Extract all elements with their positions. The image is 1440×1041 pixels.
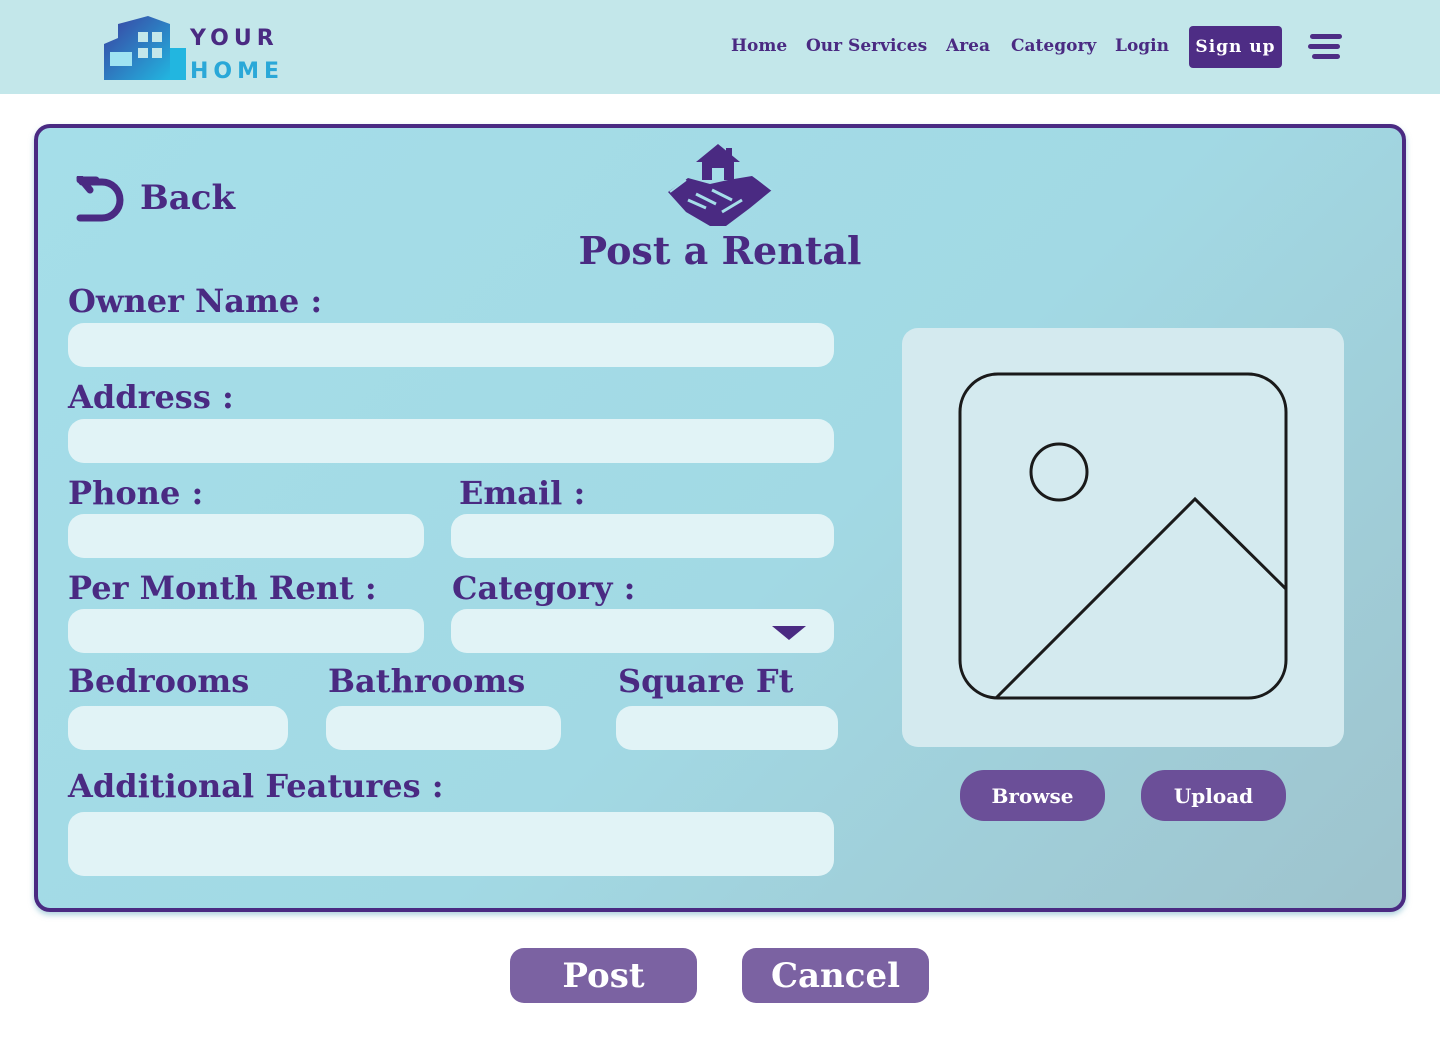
bedrooms-label: Bedrooms	[68, 662, 250, 700]
owner-name-label: Owner Name :	[68, 282, 323, 320]
back-button[interactable]: Back	[74, 176, 244, 224]
brand-name: YOUR HOME	[190, 22, 284, 88]
building-logo-icon	[104, 16, 186, 80]
page-title: Post a Rental	[578, 228, 862, 273]
bathrooms-label: Bathrooms	[328, 662, 526, 700]
back-arrow-icon	[76, 176, 124, 222]
email-label: Email :	[459, 474, 586, 512]
post-button[interactable]: Post	[510, 948, 697, 1003]
nav-category[interactable]: Category	[1011, 36, 1096, 56]
signup-button[interactable]: Sign up	[1189, 26, 1282, 68]
features-field[interactable]	[68, 812, 834, 876]
brand-logo[interactable]: YOUR HOME	[104, 14, 284, 84]
phone-field[interactable]	[68, 514, 424, 558]
upload-button[interactable]: Upload	[1141, 770, 1286, 821]
handshake-house-icon	[668, 144, 773, 226]
email-field[interactable]	[451, 514, 834, 558]
image-placeholder-icon	[958, 372, 1288, 700]
nav-login[interactable]: Login	[1115, 36, 1169, 56]
brand-line-1: YOUR	[190, 26, 279, 51]
square-ft-field[interactable]	[616, 706, 838, 750]
hamburger-icon[interactable]	[1308, 32, 1342, 62]
browse-button[interactable]: Browse	[960, 770, 1105, 821]
brand-line-2: HOME	[190, 59, 285, 84]
rent-field[interactable]	[68, 609, 424, 653]
category-label: Category :	[452, 569, 636, 607]
address-label: Address :	[68, 378, 234, 416]
nav-area[interactable]: Area	[946, 36, 990, 56]
address-field[interactable]	[68, 419, 834, 463]
nav-home[interactable]: Home	[731, 36, 787, 56]
phone-label: Phone :	[68, 474, 204, 512]
chevron-down-icon[interactable]	[772, 626, 806, 640]
top-navbar: YOUR HOME Home Our Services Area Categor…	[0, 0, 1440, 94]
nav-our-services[interactable]: Our Services	[806, 36, 927, 56]
back-label: Back	[140, 178, 236, 218]
features-label: Additional Features :	[68, 767, 444, 805]
square-ft-label: Square Ft	[618, 662, 794, 700]
owner-name-field[interactable]	[68, 323, 834, 367]
rent-label: Per Month Rent :	[68, 569, 377, 607]
bedrooms-field[interactable]	[68, 706, 288, 750]
cancel-button[interactable]: Cancel	[742, 948, 929, 1003]
bathrooms-field[interactable]	[326, 706, 561, 750]
